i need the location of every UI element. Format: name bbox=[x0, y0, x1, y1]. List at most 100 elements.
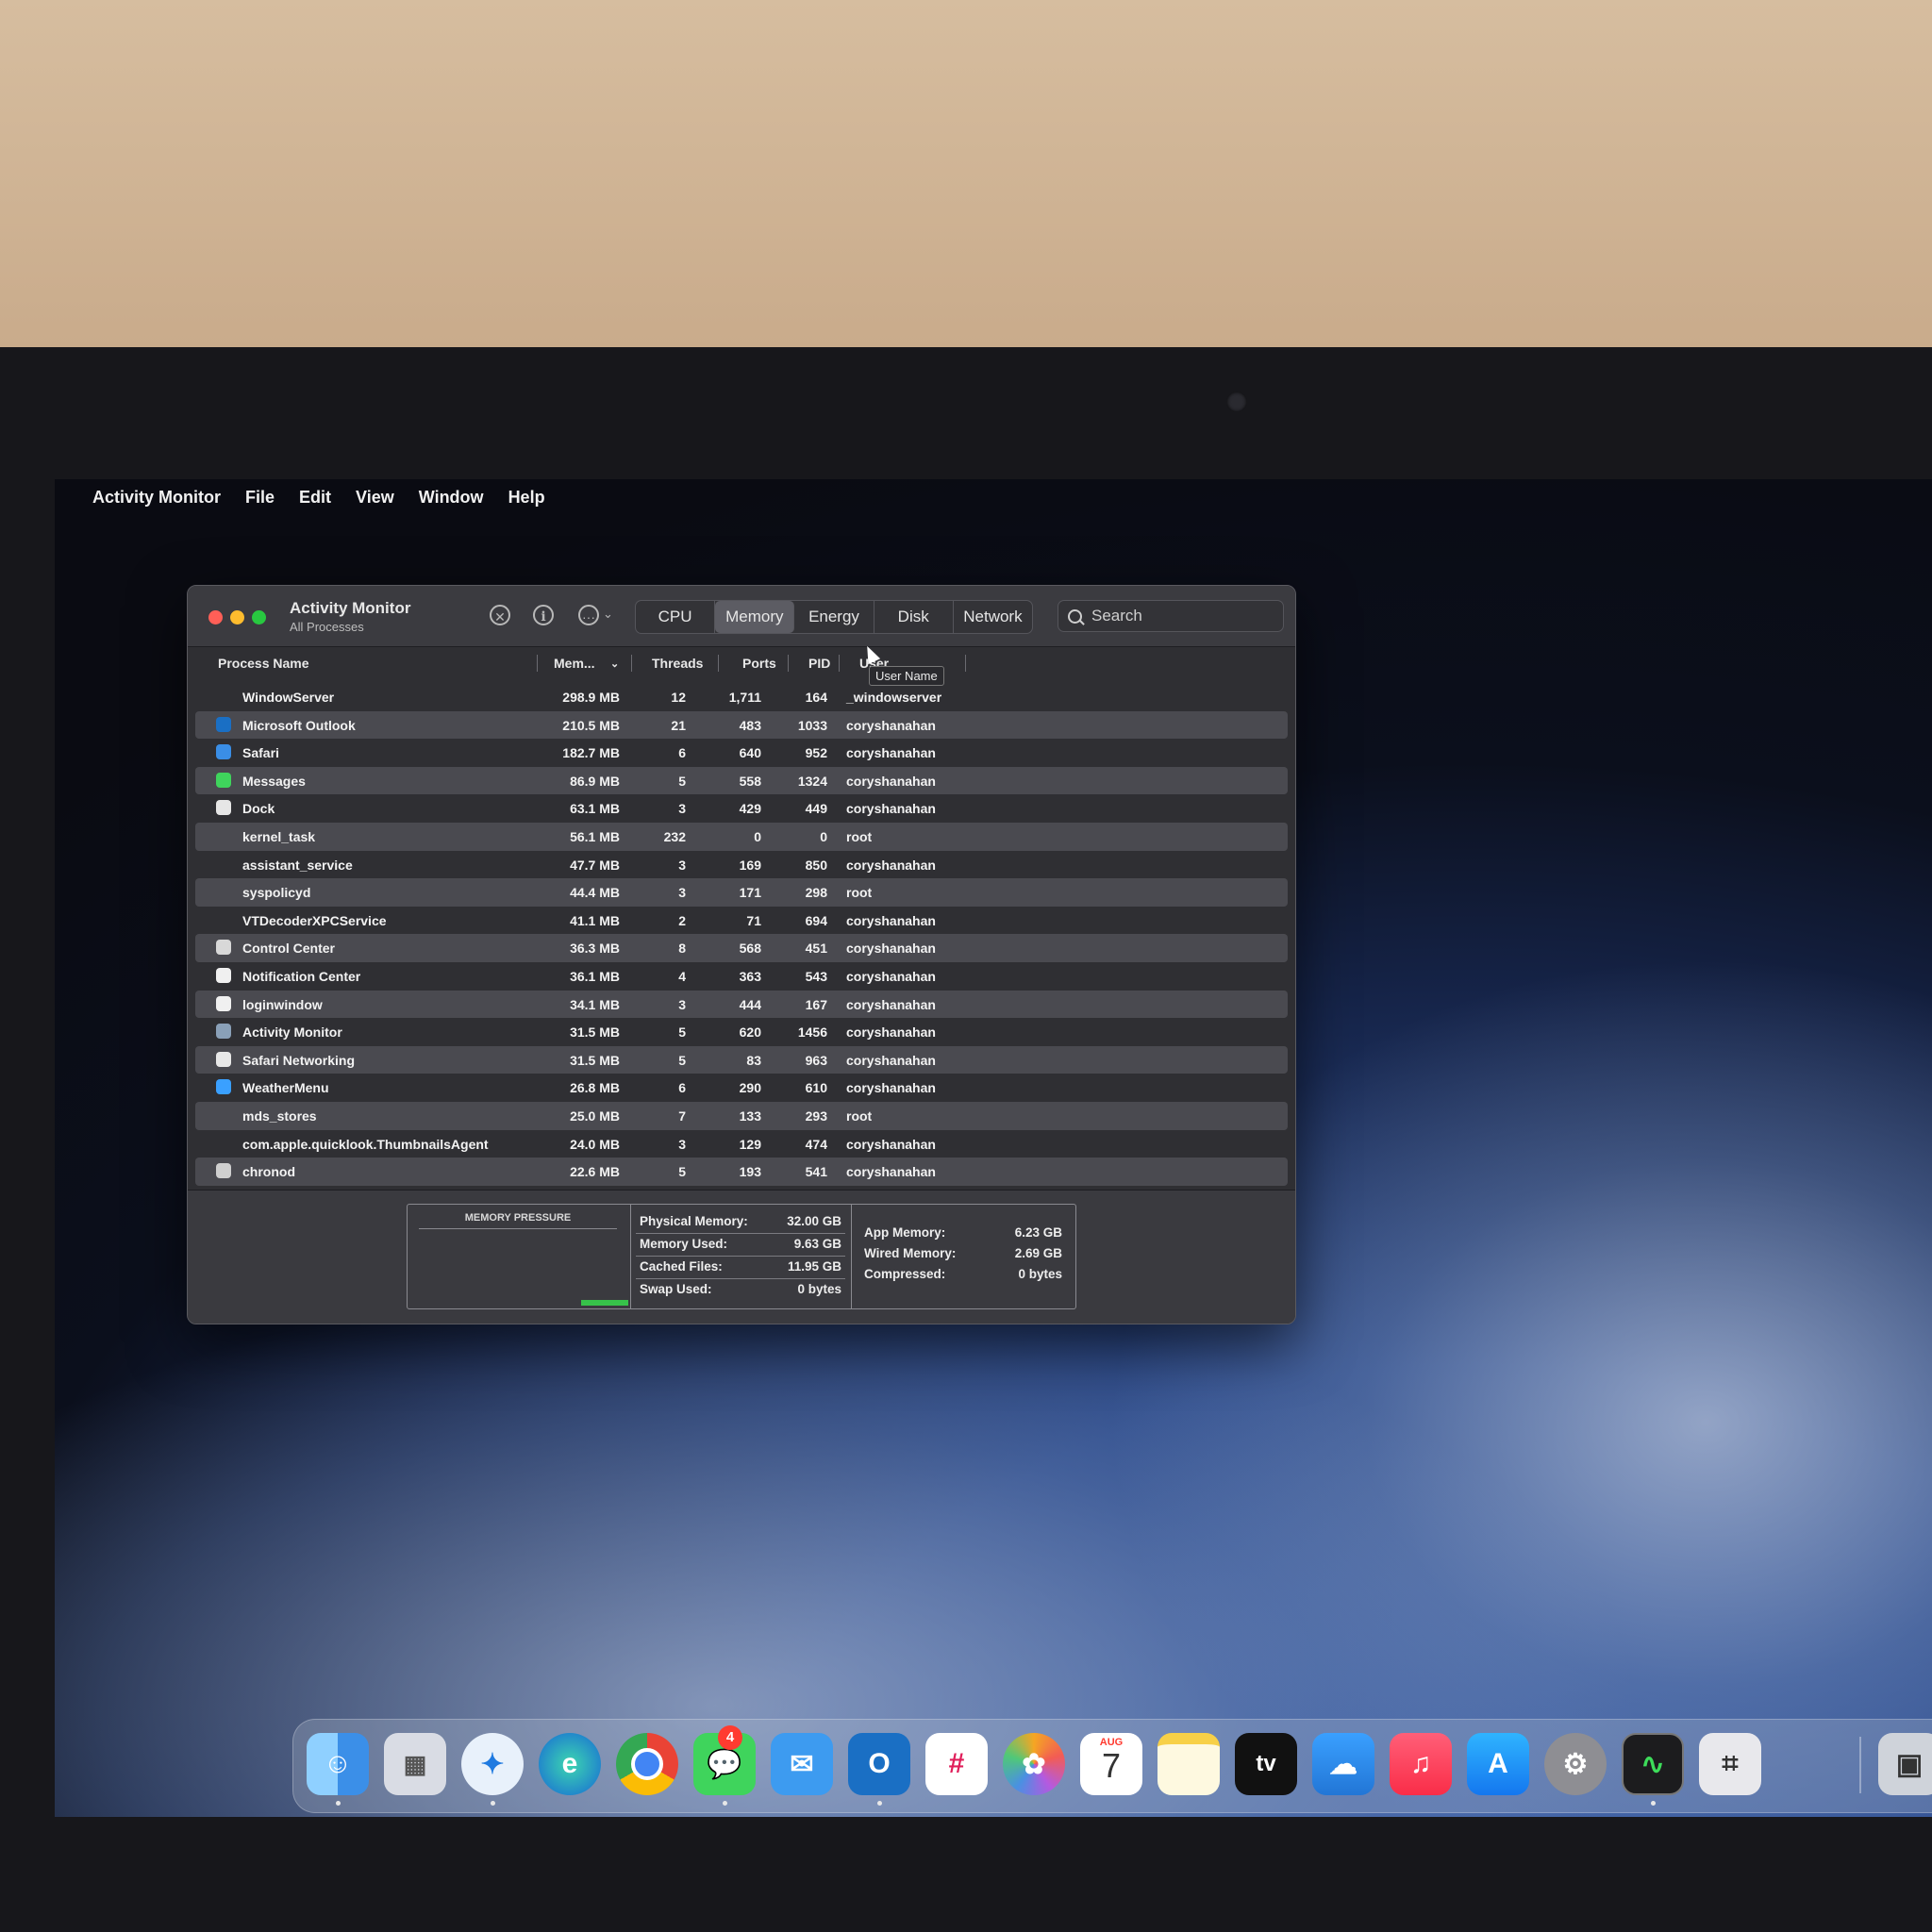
table-row[interactable]: Activity Monitor 31.5 MB 5 620 1456 coryshana… bbox=[195, 1018, 1288, 1046]
mail-icon[interactable]: ✉ bbox=[771, 1733, 833, 1795]
slack-icon[interactable]: # bbox=[925, 1733, 988, 1795]
column-divider bbox=[965, 655, 966, 672]
table-row[interactable]: Control Center 36.3 MB 8 568 451 coryshanahan bbox=[195, 934, 1288, 962]
user-value: coryshanahan bbox=[846, 857, 936, 873]
zoom-button[interactable] bbox=[252, 610, 266, 625]
photos-icon[interactable]: ✿ bbox=[1003, 1733, 1065, 1795]
memory-pressure-graph bbox=[581, 1300, 628, 1306]
user-value: root bbox=[846, 1108, 873, 1124]
user-value: coryshanahan bbox=[846, 745, 936, 761]
threads-value: 3 bbox=[678, 801, 686, 817]
table-row[interactable]: mds_stores 25.0 MB 7 133 293 root bbox=[195, 1101, 1288, 1130]
table-row[interactable]: assistant_service 47.7 MB 3 169 850 coryshana… bbox=[195, 851, 1288, 879]
search-input[interactable] bbox=[1090, 606, 1273, 626]
activity-monitor-icon[interactable]: ∿ bbox=[1622, 1733, 1684, 1795]
tab-memory[interactable]: Memory bbox=[715, 601, 795, 633]
table-row[interactable]: Notification Center 36.1 MB 4 363 543 corysha… bbox=[195, 962, 1288, 991]
minimize-button[interactable] bbox=[230, 610, 244, 625]
menu-window[interactable]: Window bbox=[419, 488, 484, 508]
calendar-icon[interactable]: AUG 7 bbox=[1080, 1733, 1142, 1795]
notes-icon[interactable] bbox=[1158, 1733, 1220, 1795]
memory-stat: Memory Used: 9.63 GB bbox=[640, 1237, 841, 1254]
menu-file[interactable]: File bbox=[245, 488, 275, 508]
launchpad-icon[interactable]: ▦ bbox=[384, 1733, 446, 1795]
table-row[interactable]: Microsoft Outlook 210.5 MB 21 483 1033 corysh… bbox=[195, 710, 1288, 740]
pid-value: 694 bbox=[805, 912, 827, 928]
memory-stat-label: Wired Memory: bbox=[864, 1246, 957, 1260]
user-value: coryshanahan bbox=[846, 1080, 936, 1096]
screen: Activity Monitor File Edit View Window H… bbox=[55, 479, 1932, 1817]
table-row[interactable]: Dock 63.1 MB 3 429 449 coryshanahan bbox=[195, 794, 1288, 823]
chevron-down-icon[interactable]: ⌄ bbox=[603, 607, 613, 622]
menu-help[interactable]: Help bbox=[508, 488, 545, 508]
table-row[interactable]: chronod 22.6 MB 5 193 541 coryshanahan bbox=[195, 1158, 1288, 1186]
safari-icon[interactable]: ✦ bbox=[461, 1733, 524, 1795]
screenshot-icon[interactable]: ⌗ bbox=[1699, 1733, 1761, 1795]
edge-icon[interactable]: e bbox=[539, 1733, 601, 1795]
table-row[interactable]: Messages 86.9 MB 5 558 1324 coryshanahan bbox=[195, 766, 1288, 795]
table-row[interactable]: VTDecoderXPCService 41.1 MB 2 71 694 coryshan… bbox=[195, 907, 1288, 935]
user-value: coryshanahan bbox=[846, 1136, 936, 1152]
dock: ☺ ▦ ✦ e 💬 4 ✉ O # ✿ AUG 7 tv ☁ ♫ A ⚙ ∿ ⌗… bbox=[292, 1719, 1932, 1813]
memory-value: 56.1 MB bbox=[570, 828, 620, 844]
more-actions-icon[interactable]: ··· bbox=[578, 605, 599, 625]
ports-value: 568 bbox=[739, 941, 761, 957]
outlook-icon[interactable]: O bbox=[848, 1733, 910, 1795]
memory-value: 22.6 MB bbox=[570, 1164, 620, 1180]
menu-view[interactable]: View bbox=[356, 488, 394, 508]
ports-value: 640 bbox=[739, 745, 761, 761]
threads-value: 2 bbox=[678, 912, 686, 928]
stop-process-icon[interactable]: ✕ bbox=[490, 605, 510, 625]
tab-energy[interactable]: Energy bbox=[794, 601, 874, 633]
running-indicator bbox=[877, 1801, 882, 1806]
apple-tv-icon[interactable]: tv bbox=[1235, 1733, 1297, 1795]
table-row[interactable]: syspolicyd 44.4 MB 3 171 298 root bbox=[195, 878, 1288, 907]
table-row[interactable]: WindowServer 298.9 MB 12 1,711 164 _windowser… bbox=[195, 683, 1288, 711]
tab-cpu[interactable]: CPU bbox=[636, 601, 716, 633]
column-memory[interactable]: Mem... bbox=[554, 656, 595, 671]
memory-stat-value: 11.95 GB bbox=[787, 1259, 841, 1274]
column-ports[interactable]: Ports bbox=[742, 656, 776, 671]
memory-stat-value: 0 bytes bbox=[1018, 1267, 1062, 1281]
music-icon[interactable]: ♫ bbox=[1390, 1733, 1452, 1795]
finder-icon[interactable]: ☺ bbox=[307, 1733, 369, 1795]
sort-chevron-down-icon[interactable]: ⌄ bbox=[610, 658, 619, 670]
menu-edit[interactable]: Edit bbox=[299, 488, 331, 508]
search-field[interactable] bbox=[1058, 600, 1284, 632]
info-icon[interactable]: i bbox=[533, 605, 554, 625]
threads-value: 5 bbox=[678, 1164, 686, 1180]
pid-value: 451 bbox=[805, 941, 827, 957]
pid-value: 167 bbox=[805, 996, 827, 1012]
loginwindow-icon bbox=[216, 995, 231, 1011]
process-name: chronod bbox=[242, 1164, 295, 1180]
column-divider bbox=[537, 655, 538, 672]
close-button[interactable] bbox=[208, 610, 223, 625]
table-row[interactable]: WeatherMenu 26.8 MB 6 290 610 coryshanahan bbox=[195, 1074, 1288, 1102]
threads-value: 3 bbox=[678, 1136, 686, 1152]
column-pid[interactable]: PID bbox=[808, 656, 830, 671]
table-row[interactable]: loginwindow 34.1 MB 3 444 167 coryshanahan bbox=[195, 990, 1288, 1019]
table-row[interactable]: Safari 182.7 MB 6 640 952 coryshanahan bbox=[195, 739, 1288, 767]
system-settings-icon[interactable]: ⚙ bbox=[1544, 1733, 1607, 1795]
table-row[interactable]: Safari Networking 31.5 MB 5 83 963 coryshanah… bbox=[195, 1045, 1288, 1074]
tab-network[interactable]: Network bbox=[954, 601, 1032, 633]
ports-value: 83 bbox=[746, 1052, 761, 1068]
app-store-icon[interactable]: A bbox=[1467, 1733, 1529, 1795]
column-divider bbox=[839, 655, 840, 672]
table-row[interactable]: kernel_task 56.1 MB 232 0 0 root bbox=[195, 822, 1288, 851]
stat-divider bbox=[636, 1278, 845, 1279]
ports-value: 558 bbox=[739, 773, 761, 789]
menu-app-name[interactable]: Activity Monitor bbox=[92, 488, 221, 508]
table-row[interactable]: com.apple.quicklook.ThumbnailsAgent 24.0 … bbox=[195, 1130, 1288, 1158]
chrome-icon[interactable] bbox=[616, 1733, 678, 1795]
process-name: com.apple.quicklook.ThumbnailsAgent bbox=[242, 1136, 489, 1152]
tab-disk[interactable]: Disk bbox=[874, 601, 954, 633]
wall-background bbox=[0, 0, 1932, 349]
pid-value: 474 bbox=[805, 1136, 827, 1152]
weather-icon[interactable]: ☁ bbox=[1312, 1733, 1374, 1795]
image-capture-icon[interactable]: ▣ bbox=[1878, 1733, 1932, 1795]
threads-value: 21 bbox=[671, 717, 686, 733]
memory-stat-label: Cached Files: bbox=[640, 1259, 723, 1274]
column-threads[interactable]: Threads bbox=[652, 656, 703, 671]
column-process-name[interactable]: Process Name bbox=[218, 656, 309, 671]
